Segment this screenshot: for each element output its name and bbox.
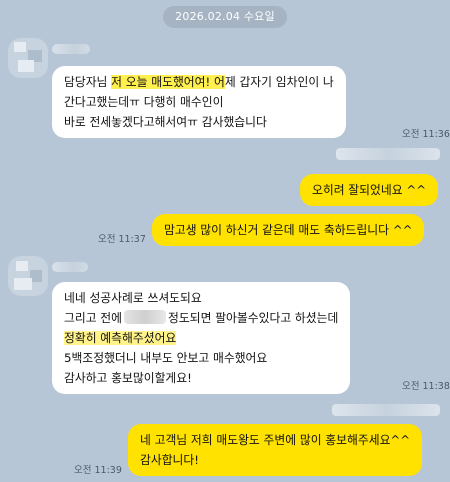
message-line: 감사합니다! [140, 453, 199, 467]
message-line: 바로 전세놓겠다고해서여ㅠ 감사했습니다 [64, 115, 267, 129]
message-bubble-outgoing[interactable]: 네 고객님 저희 매도왕도 주변에 많이 홍보해주세요^^ 감사합니다! [128, 424, 423, 476]
message-timestamp: 오전 11:38 [402, 381, 450, 392]
message-line: 맘고생 많이 하신거 같은데 매도 축하드립니다 ^^ [164, 223, 413, 237]
own-name-blurred [332, 404, 440, 416]
avatar[interactable] [8, 256, 48, 296]
message-line: 5백조정했더니 내부도 안보고 매수했어요 [64, 351, 268, 365]
message-timestamp: 오전 11:37 [98, 234, 146, 245]
message-line: 네네 성공사례로 쓰셔도되요 [64, 291, 202, 305]
own-name-blurred [336, 148, 440, 160]
redacted-text [124, 310, 167, 324]
message-bubble-outgoing[interactable]: 오히려 잘되었네요 ^^ [300, 174, 439, 206]
avatar[interactable] [8, 38, 48, 78]
message-bubble-incoming[interactable]: 담당자님 저 오늘 매도했어여! 어제 갑자기 임차인이 나 간다고했는데ㅠ 다… [52, 66, 346, 138]
message-line: 담당자님 저 오늘 매도했어여! 어제 갑자기 임차인이 나 [64, 75, 334, 89]
message-line: 오히려 잘되었네요 ^^ [312, 183, 427, 197]
message-line: 그리고 전에 정도되면 팔아볼수있다고 하셨는데 [64, 310, 339, 325]
message-bubble-outgoing[interactable]: 맘고생 많이 하신거 같은데 매도 축하드립니다 ^^ [152, 214, 425, 246]
message-line: 간다고했는데ㅠ 다행히 매수인이 [64, 95, 224, 109]
message-line: 네 고객님 저희 매도왕도 주변에 많이 홍보해주세요^^ [140, 433, 411, 447]
message-timestamp: 오전 11:39 [74, 465, 122, 476]
message-bubble-incoming[interactable]: 네네 성공사례로 쓰셔도되요 그리고 전에 정도되면 팔아볼수있다고 하셨는데 정… [52, 282, 351, 394]
message-line: 정확히 예측해주셨어요 [64, 331, 177, 345]
message-line: 감사하고 홍보많이할게요! [64, 371, 192, 385]
date-divider: 2026.02.04 수요일 [163, 6, 287, 28]
sender-name-blurred [52, 44, 90, 54]
sender-name-blurred [52, 262, 88, 272]
message-timestamp: 오전 11:36 [402, 129, 450, 140]
